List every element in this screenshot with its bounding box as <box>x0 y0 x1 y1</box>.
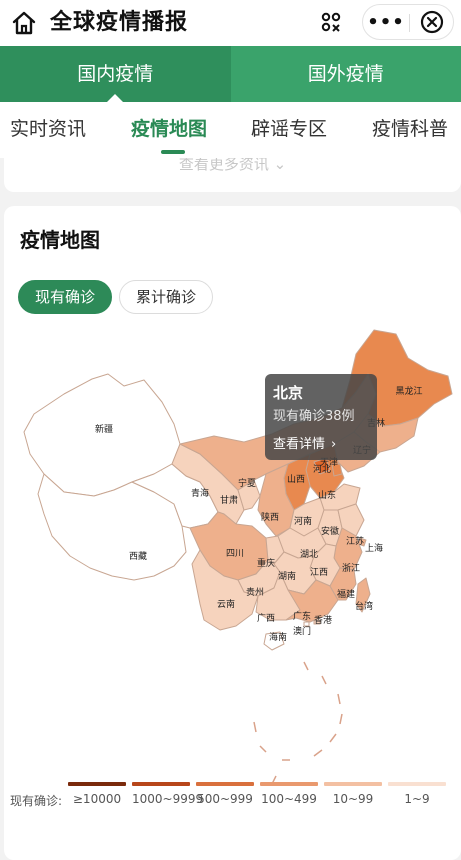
map-card: 疫情地图 现有确诊 累计确诊 新疆西藏青海甘肃宁夏黑龙江吉林辽宁河北天津山西山东… <box>4 206 461 860</box>
legend-swatch <box>132 782 190 786</box>
province-label: 福建 <box>337 588 355 600</box>
more-icon[interactable]: ••• <box>363 5 409 39</box>
title-bar: 全球疫情播报 ••• <box>0 0 461 46</box>
province-label: 甘肃 <box>220 494 238 506</box>
province-label: 海南 <box>269 631 287 643</box>
tab-epidemic-map[interactable]: 疫情地图 <box>131 102 207 156</box>
legend-swatch <box>388 782 446 786</box>
toggle-current-confirmed[interactable]: 现有确诊 <box>18 280 112 314</box>
tab-label: 实时资讯 <box>10 118 87 140</box>
china-map[interactable]: 新疆西藏青海甘肃宁夏黑龙江吉林辽宁河北天津山西山东陕西河南四川重庆湖北安徽江苏上… <box>4 314 461 784</box>
section-tabs: 实时资讯 疫情地图 辟谣专区 疫情科普 <box>0 102 461 158</box>
legend-swatch <box>324 782 382 786</box>
legend-range: 500~999 <box>197 792 253 806</box>
map-legend: 现有确诊: ≥10000 1000~9999 500~999 100~499 1… <box>4 782 461 812</box>
province-label: 陕西 <box>261 511 279 523</box>
tooltip-count: 现有确诊38例 <box>273 409 355 424</box>
nine-dash-segment <box>313 749 323 757</box>
province-label: 上海 <box>365 542 383 554</box>
province-label: 台湾 <box>355 600 373 612</box>
province-label: 四川 <box>226 549 244 559</box>
nine-dash-segment <box>321 675 327 685</box>
legend-range: ≥10000 <box>72 792 122 806</box>
legend-swatch <box>196 782 254 786</box>
home-icon[interactable] <box>10 9 38 37</box>
tab-label: 辟谣专区 <box>251 118 328 140</box>
province-label: 重庆 <box>257 557 275 569</box>
legend-item: ≥10000 <box>68 782 126 812</box>
province-label: 青海 <box>191 487 209 499</box>
province-label: 广西 <box>257 612 275 624</box>
legend-item: 100~499 <box>260 782 318 812</box>
mini-program-capsule: ••• <box>362 4 454 40</box>
close-icon[interactable] <box>410 5 454 39</box>
legend-range: 1~9 <box>404 792 430 806</box>
tab-domestic[interactable]: 国内疫情 <box>0 46 231 102</box>
legend-item: 1000~9999 <box>132 782 204 812</box>
nine-dash-segment <box>253 721 257 733</box>
nine-dash-segment <box>339 713 343 725</box>
province-label: 云南 <box>217 598 235 610</box>
tab-label: 疫情地图 <box>131 118 208 140</box>
province-label: 湖南 <box>278 570 296 582</box>
province-label: 江西 <box>310 567 328 578</box>
card-title: 疫情地图 <box>20 228 100 252</box>
province-tooltip: 北京 现有确诊38例 查看详情 › <box>265 374 377 460</box>
active-tab-indicator <box>161 150 185 154</box>
tooltip-details-link[interactable]: 查看详情 › <box>273 433 336 452</box>
province-label: 山西 <box>287 474 305 485</box>
province-label: 山东 <box>318 489 336 501</box>
province-label: 贵州 <box>246 586 264 598</box>
details-label: 查看详情 <box>273 437 326 452</box>
legend-label: 现有确诊: <box>10 794 63 808</box>
toggle-cumulative-confirmed[interactable]: 累计确诊 <box>119 280 213 314</box>
province-label: 广东 <box>293 610 311 622</box>
more-news-link[interactable]: 查看更多资讯 ⌄ <box>4 158 461 174</box>
nine-dash-segment <box>259 745 267 753</box>
tab-overseas[interactable]: 国外疫情 <box>231 46 461 102</box>
legend-range: 1000~9999 <box>132 792 204 806</box>
tab-realtime-news[interactable]: 实时资讯 <box>10 102 86 156</box>
region-tabs: 国内疫情 国外疫情 <box>0 46 461 102</box>
nine-dash-segment <box>303 661 309 671</box>
legend-item: 10~99 <box>324 782 382 812</box>
province-label: 江苏 <box>346 535 364 547</box>
legend-swatch <box>260 782 318 786</box>
legend-range: 100~499 <box>261 792 317 806</box>
tab-science[interactable]: 疫情科普 <box>372 102 448 156</box>
chevron-right-icon: › <box>331 437 337 452</box>
scan-icon[interactable] <box>312 5 350 39</box>
news-card: 查看更多资讯 ⌄ <box>4 158 461 192</box>
page-title: 全球疫情播报 <box>50 10 189 35</box>
legend-range: 10~99 <box>332 792 374 806</box>
province-label: 西藏 <box>129 550 147 562</box>
province-label: 湖北 <box>300 549 318 560</box>
tooltip-province: 北京 <box>273 384 304 402</box>
legend-item: 500~999 <box>196 782 254 812</box>
tab-rumor-busting[interactable]: 辟谣专区 <box>251 102 327 156</box>
province-label: 宁夏 <box>238 477 256 489</box>
province-label: 黑龙江 <box>395 385 422 397</box>
nine-dash-segment <box>329 733 337 743</box>
tab-label: 疫情科普 <box>372 118 449 140</box>
province-label: 新疆 <box>95 423 113 435</box>
province-label: 浙江 <box>342 562 360 574</box>
province-shape[interactable] <box>303 621 310 627</box>
legend-item: 1~9 <box>388 782 446 812</box>
province-label: 澳门 <box>293 625 311 637</box>
province-label: 香港 <box>314 614 332 626</box>
province-label: 河南 <box>294 515 312 527</box>
nine-dash-segment <box>337 693 341 705</box>
province-label: 安徽 <box>321 525 339 537</box>
legend-swatch <box>68 782 126 786</box>
